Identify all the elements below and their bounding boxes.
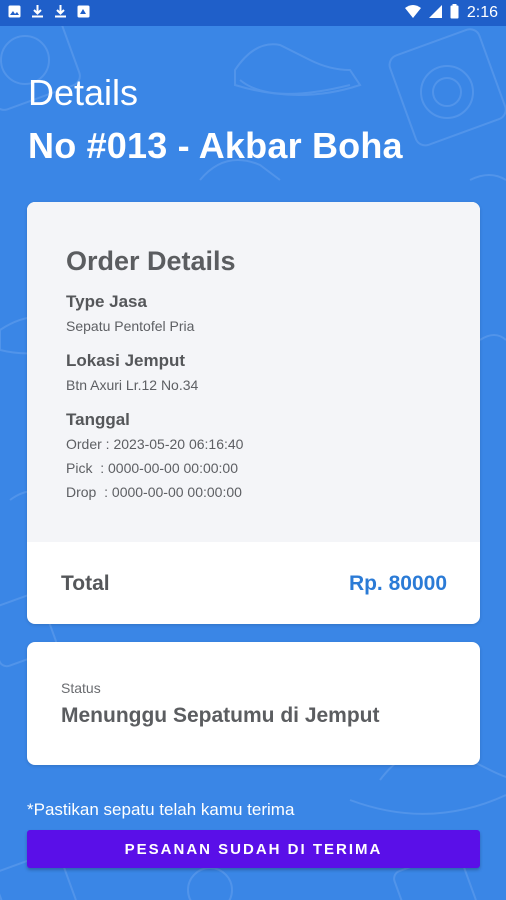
order-status-card: Status Menunggu Sepatumu di Jemput xyxy=(27,642,480,765)
order-details-heading: Order Details xyxy=(66,246,236,276)
wifi-icon xyxy=(404,4,421,22)
pickup-location-value: Btn Axuri Lr.12 No.34 xyxy=(66,377,199,393)
total-price: Rp. 80000 xyxy=(348,572,447,595)
order-details-section: Order Details Type Jasa Sepatu Pentofel … xyxy=(27,202,480,542)
download-icon xyxy=(54,4,67,22)
signal-icon xyxy=(428,4,442,22)
order-received-button[interactable]: PESANAN SUDAH DI TERIMA xyxy=(27,830,480,868)
image-icon xyxy=(8,5,21,22)
order-details-card: Order Details Type Jasa Sepatu Pentofel … xyxy=(27,202,480,624)
status-label: Status xyxy=(61,680,101,696)
status-value: Menunggu Sepatumu di Jemput xyxy=(61,704,380,727)
photo-icon xyxy=(77,5,90,22)
pickup-location-label: Lokasi Jemput xyxy=(66,351,186,370)
system-indicators: 2:16 xyxy=(404,3,498,23)
battery-icon xyxy=(450,3,459,23)
type-jasa-value: Sepatu Pentofel Pria xyxy=(66,318,195,334)
total-row: Total Rp. 80000 xyxy=(27,542,480,624)
order-date: Order : 2023-05-20 06:16:40 xyxy=(66,436,244,452)
download-icon xyxy=(31,4,44,22)
page-title: Details xyxy=(28,72,139,113)
pick-date: Pick : 0000-00-00 00:00:00 xyxy=(66,460,239,476)
type-jasa-label: Type Jasa xyxy=(66,292,147,311)
order-number-title: No #013 - Akbar Boha xyxy=(28,125,403,166)
confirmation-note: *Pastikan sepatu telah kamu terima xyxy=(27,800,295,819)
clock: 2:16 xyxy=(466,4,498,21)
total-label: Total xyxy=(61,572,110,595)
drop-date: Drop : 0000-00-00 00:00:00 xyxy=(66,484,242,500)
system-status-bar: 2:16 xyxy=(0,0,506,26)
notification-icons xyxy=(8,4,90,22)
date-label: Tanggal xyxy=(66,410,130,429)
